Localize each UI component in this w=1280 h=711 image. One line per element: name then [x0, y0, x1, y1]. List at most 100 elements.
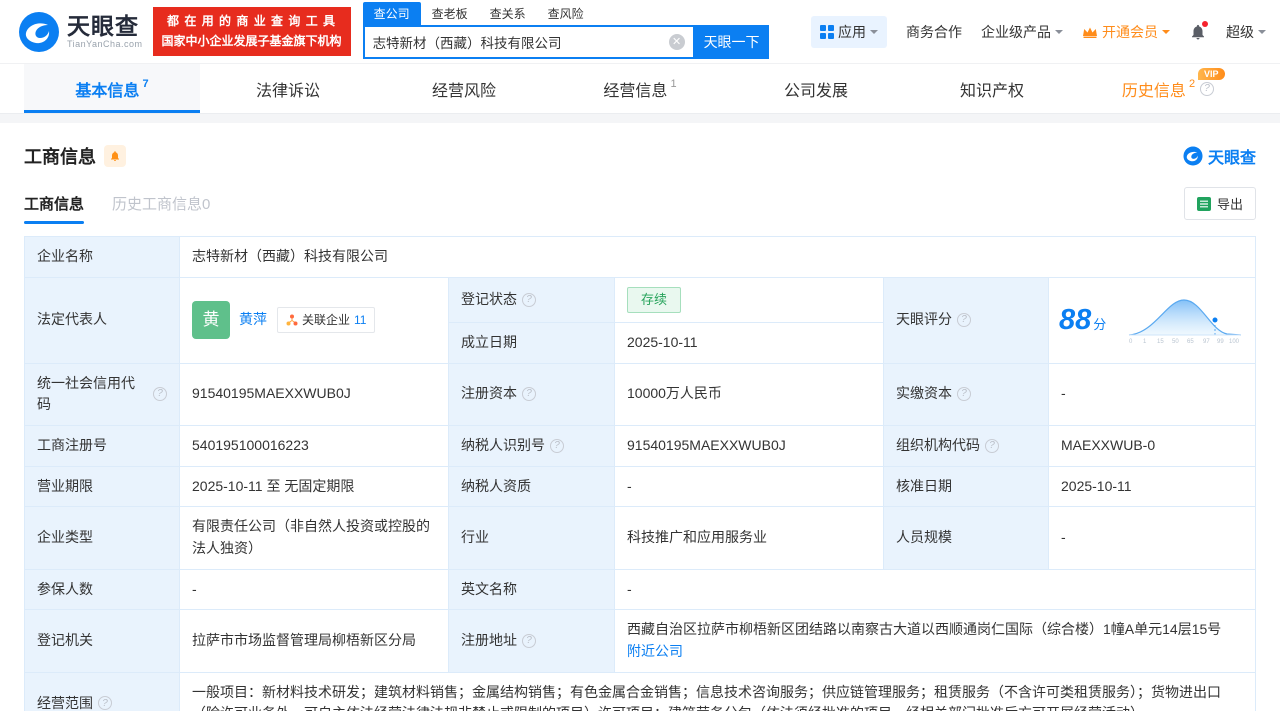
nav-business-cooperation[interactable]: 商务合作	[906, 22, 962, 42]
score-value: 88 分	[1059, 303, 1107, 336]
field-value-approval-date: 2025-10-11	[1049, 466, 1256, 508]
tab-history-info[interactable]: VIP 历史信息 2	[1080, 64, 1256, 113]
field-value-establish-date: 2025-10-11	[615, 322, 884, 364]
tab-legal-proceedings[interactable]: 法律诉讼	[200, 64, 376, 113]
field-value-english-name: -	[615, 569, 1256, 611]
tianyancha-logo-icon	[19, 11, 59, 52]
tab-label: 知识产权	[959, 82, 1024, 100]
tab-label: 历史信息	[1121, 82, 1186, 100]
field-value-org-code: MAEXXWUB-0	[1049, 425, 1256, 467]
field-value-credit-code: 91540195MAEXXWUB0J	[180, 363, 449, 426]
field-label-reg-capital: 注册资本	[449, 363, 615, 426]
info-icon	[522, 634, 536, 649]
svg-text:50: 50	[1172, 339, 1179, 345]
field-label-score: 天眼评分	[884, 277, 1049, 364]
svg-text:65: 65	[1187, 339, 1194, 345]
brand-name: 天眼查	[67, 13, 139, 40]
chevron-down-icon	[1258, 29, 1266, 38]
business-info-table: 企业名称 志特新材（西藏）科技有限公司 法定代表人 黄 黄萍 关联企业 11 登…	[24, 236, 1256, 711]
chevron-down-icon	[1055, 29, 1063, 38]
tab-intellectual-property[interactable]: 知识产权	[904, 64, 1080, 113]
tab-count: 7	[142, 77, 149, 90]
info-icon	[1200, 81, 1215, 96]
promo-line2: 国家中小企业发展子基金旗下机构	[161, 33, 342, 48]
related-companies-count: 11	[354, 312, 367, 327]
nearby-companies-link[interactable]: 附近公司	[627, 643, 683, 659]
field-value-reg-authority: 拉萨市市场监督管理局柳梧新区分局	[180, 610, 449, 673]
address-text: 西藏自治区拉萨市柳梧新区团结路以南察古大道以西顺通岗仁国际（综合楼）1幢A单元1…	[627, 621, 1222, 638]
svg-text:100: 100	[1229, 339, 1240, 345]
search-tab-boss[interactable]: 查老板	[421, 2, 479, 25]
export-button[interactable]: 导出	[1183, 187, 1256, 220]
tab-basic-info[interactable]: 基本信息 7	[24, 64, 200, 113]
field-value-business-term: 2025-10-11 至 无固定期限	[180, 466, 449, 508]
apps-menu[interactable]: 应用	[811, 15, 887, 48]
field-value-reg-number: 540195100016223	[180, 425, 449, 467]
field-label-establish-date: 成立日期	[449, 322, 615, 364]
field-value-taxpayer-quality: -	[615, 466, 884, 508]
field-label-reg-number: 工商注册号	[25, 425, 180, 467]
subscribe-bell-icon[interactable]	[104, 145, 126, 167]
info-icon	[985, 438, 999, 453]
field-label-reg-authority: 登记机关	[25, 610, 180, 673]
tianyancha-logo[interactable]: 天眼查 TianYanCha.com	[18, 11, 143, 53]
tab-label: 经营风险	[431, 82, 496, 100]
clear-icon[interactable]: ✕	[668, 34, 685, 50]
field-label-approval-date: 核准日期	[884, 466, 1049, 508]
search-tab-company[interactable]: 查公司	[362, 2, 421, 25]
section-title: 工商信息	[24, 147, 96, 167]
company-section-tabs: 基本信息 7 法律诉讼 经营风险 经营信息 1 公司发展 知识产权 VIP 历史…	[0, 64, 1280, 114]
tab-operating-risk[interactable]: 经营风险	[376, 64, 552, 113]
subtab-business-info[interactable]: 工商信息	[24, 193, 85, 224]
enterprise-label: 企业级产品	[981, 23, 1051, 40]
chevron-down-icon	[1162, 29, 1170, 38]
info-icon	[153, 387, 167, 402]
search-input-wrapper: ✕	[362, 25, 695, 59]
svg-text:99: 99	[1217, 339, 1224, 345]
field-label-insured-count: 参保人数	[25, 569, 180, 611]
vip-badge: VIP	[1198, 68, 1225, 80]
export-label: 导出	[1216, 197, 1243, 212]
field-label-staff-size: 人员规模	[884, 507, 1049, 570]
field-label-taxpayer-quality: 纳税人资质	[449, 466, 615, 508]
field-value-company-type: 有限责任公司（非自然人投资或控股的法人独资）	[180, 507, 449, 570]
field-value-staff-size: -	[1049, 507, 1256, 570]
top-nav: 应用 商务合作 企业级产品 开通会员 超级	[811, 15, 1266, 48]
notification-bell-icon[interactable]	[1189, 20, 1208, 41]
tab-count: 2	[1188, 77, 1196, 90]
promo-banner: 都 在 用 的 商 业 查 询 工 具 国家中小企业发展子基金旗下机构	[152, 6, 351, 57]
legal-rep-name-link[interactable]: 黄萍	[239, 309, 267, 331]
search-tab-risk[interactable]: 查风险	[537, 2, 595, 25]
search-tab-relation[interactable]: 查关系	[479, 2, 537, 25]
super-vip-label: 超级	[1226, 23, 1254, 40]
org-chart-icon	[286, 314, 298, 326]
tab-count: 1	[670, 77, 677, 90]
tab-company-development[interactable]: 公司发展	[728, 64, 904, 113]
tab-label: 经营信息	[603, 82, 668, 100]
field-label-paid-capital: 实缴资本	[884, 363, 1049, 426]
legal-rep-avatar[interactable]: 黄	[192, 301, 230, 340]
field-label-taxpayer-id: 纳税人识别号	[449, 425, 615, 467]
tianyan-score-cell[interactable]: 88 分 0 1 15 50 65 97 99 100	[1049, 277, 1256, 364]
chevron-down-icon	[870, 29, 878, 38]
nav-enterprise-products[interactable]: 企业级产品	[981, 22, 1063, 42]
field-label-industry: 行业	[449, 507, 615, 570]
field-label-org-code: 组织机构代码	[884, 425, 1049, 467]
top-header: 天眼查 TianYanCha.com 都 在 用 的 商 业 查 询 工 具 国…	[0, 0, 1280, 64]
search-area: 查公司 查老板 查关系 查风险 ✕ 天眼一下	[362, 2, 769, 59]
status-badge: 存续	[627, 286, 682, 313]
related-companies-tag[interactable]: 关联企业 11	[277, 306, 376, 334]
brand-domain: TianYanCha.com	[67, 38, 143, 49]
search-button[interactable]: 天眼一下	[694, 25, 769, 59]
apps-grid-icon	[820, 24, 834, 39]
legal-rep-cell: 黄 黄萍 关联企业 11	[180, 277, 449, 364]
field-value-company-name: 志特新材（西藏）科技有限公司	[180, 237, 1256, 278]
tab-operating-info[interactable]: 经营信息 1	[552, 64, 728, 113]
subtab-history-business-info[interactable]: 历史工商信息0	[112, 193, 210, 224]
nav-open-vip[interactable]: 开通会员	[1082, 22, 1170, 42]
search-input[interactable]	[372, 34, 669, 50]
field-label-reg-status: 登记状态	[449, 277, 615, 323]
nav-super-vip[interactable]: 超级	[1226, 22, 1266, 42]
business-info-card: 工商信息 天眼查 工商信息 历史工商信息0 导出 企业名称 志特新材（西藏）科技…	[0, 123, 1280, 711]
field-value-business-scope: 一般项目：新材料技术研发；建筑材料销售；金属结构销售；有色金属合金销售；信息技术…	[180, 672, 1256, 711]
